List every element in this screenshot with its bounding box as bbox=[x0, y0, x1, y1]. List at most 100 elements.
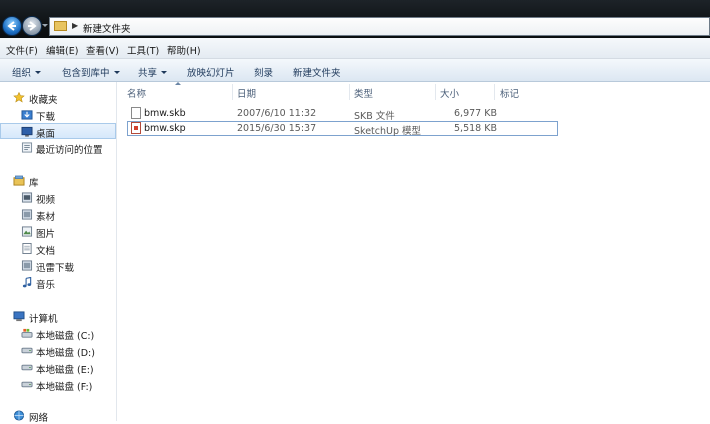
nav-item-label: 迅雷下载 bbox=[36, 263, 75, 274]
music-note-icon bbox=[22, 277, 32, 288]
column-header-date[interactable]: 日期 bbox=[237, 86, 256, 100]
nav-item-label: 本地磁盘 (E:) bbox=[36, 365, 94, 376]
share-label: 共享 bbox=[138, 68, 158, 79]
include-in-library-button[interactable]: 包含到库中 bbox=[62, 65, 120, 79]
nav-item-label: 文档 bbox=[36, 246, 56, 257]
computer-icon bbox=[13, 311, 25, 322]
nav-item-label: 本地磁盘 (D:) bbox=[36, 348, 95, 359]
arrow-right-icon bbox=[28, 21, 37, 31]
network-icon bbox=[13, 410, 25, 421]
nav-item-label: 本地磁盘 (F:) bbox=[36, 382, 93, 393]
chevron-down-icon bbox=[113, 71, 120, 74]
hard-drive-icon bbox=[21, 381, 33, 388]
organize-button[interactable]: 组织 bbox=[12, 65, 42, 79]
documents-library-icon bbox=[22, 243, 32, 254]
column-divider[interactable] bbox=[349, 84, 350, 100]
menu-help[interactable]: 帮助(H) bbox=[167, 43, 201, 57]
command-bar: 组织 包含到库中 共享 放映幻灯片 刻录 新建文件夹 bbox=[0, 59, 710, 82]
nav-item-xunlei-downloads[interactable]: 迅雷下载 bbox=[0, 258, 116, 274]
nav-item-pictures[interactable]: 图片 bbox=[0, 224, 116, 240]
folder-icon bbox=[54, 21, 67, 31]
nav-item-videos[interactable]: 视频 bbox=[0, 190, 116, 206]
menu-edit[interactable]: 编辑(E) bbox=[46, 43, 78, 57]
column-divider[interactable] bbox=[232, 84, 233, 100]
breadcrumb-folder[interactable]: 新建文件夹 bbox=[83, 21, 131, 35]
nav-item-music[interactable]: 音乐 bbox=[0, 275, 116, 291]
share-button[interactable]: 共享 bbox=[138, 65, 168, 79]
file-type: SketchUp 模型 bbox=[354, 126, 422, 137]
nav-computer-label: 计算机 bbox=[29, 314, 58, 325]
file-name: bmw.skb bbox=[144, 108, 186, 119]
file-size: 6,977 KB bbox=[454, 108, 497, 119]
column-header-name[interactable]: 名称 bbox=[127, 86, 146, 100]
nav-favorites[interactable]: 收藏夹 bbox=[0, 90, 116, 106]
recent-places-icon bbox=[21, 142, 33, 153]
column-header-tags[interactable]: 标记 bbox=[500, 86, 519, 100]
nav-item-label: 下载 bbox=[36, 112, 56, 123]
nav-item-documents[interactable]: 文档 bbox=[0, 241, 116, 257]
nav-item-label: 图片 bbox=[36, 229, 56, 240]
breadcrumb-chevron-icon[interactable]: ▶ bbox=[72, 21, 78, 30]
hard-drive-icon bbox=[21, 364, 33, 371]
column-divider[interactable] bbox=[494, 84, 495, 100]
nav-item-label: 视频 bbox=[36, 195, 56, 206]
column-header-type[interactable]: 类型 bbox=[354, 86, 373, 100]
nav-item-drive-e[interactable]: 本地磁盘 (E:) bbox=[0, 360, 116, 376]
download-folder-icon bbox=[21, 110, 33, 120]
file-row-selected[interactable]: bmw.skp 2015/6/30 15:37 SketchUp 模型 5,51… bbox=[127, 121, 558, 137]
nav-item-drive-c[interactable]: 本地磁盘 (C:) bbox=[0, 326, 116, 342]
nav-item-label: 桌面 bbox=[36, 129, 56, 140]
address-bar[interactable]: ▶ 新建文件夹 bbox=[49, 17, 710, 36]
chevron-down-icon bbox=[35, 71, 42, 74]
file-row[interactable]: bmw.skb 2007/6/10 11:32 SKB 文件 6,977 KB bbox=[127, 106, 558, 122]
new-folder-button[interactable]: 新建文件夹 bbox=[293, 65, 341, 79]
burn-button[interactable]: 刻录 bbox=[254, 65, 273, 79]
nav-item-label: 本地磁盘 (C:) bbox=[36, 331, 95, 342]
nav-libraries[interactable]: 库 bbox=[0, 173, 116, 189]
nav-item-label: 素材 bbox=[36, 212, 56, 223]
column-header-size[interactable]: 大小 bbox=[440, 86, 459, 100]
navigation-pane: 收藏夹 下载 桌面 最近访问的位置 库 视频 素材 图片 文档 迅雷下载 音乐 bbox=[0, 82, 117, 424]
nav-item-desktop[interactable]: 桌面 bbox=[0, 123, 116, 140]
file-list-pane: 名称 日期 类型 大小 标记 bmw.skb 2007/6/10 11:32 S… bbox=[117, 82, 710, 421]
title-bar: ▶ 新建文件夹 bbox=[0, 0, 710, 38]
arrow-left-icon bbox=[7, 21, 16, 31]
menu-bar: 文件(F) 编辑(E) 查看(V) 工具(T) 帮助(H) bbox=[0, 38, 710, 59]
nav-computer[interactable]: 计算机 bbox=[0, 309, 116, 325]
desktop-icon bbox=[21, 126, 33, 137]
nav-network[interactable]: 网络 bbox=[0, 408, 116, 424]
nav-item-downloads[interactable]: 下载 bbox=[0, 107, 116, 123]
slideshow-button[interactable]: 放映幻灯片 bbox=[187, 65, 235, 79]
column-divider[interactable] bbox=[435, 84, 436, 100]
library-folder-icon bbox=[21, 260, 33, 271]
back-button[interactable] bbox=[2, 16, 22, 36]
sort-ascending-icon bbox=[175, 82, 181, 85]
file-date: 2007/6/10 11:32 bbox=[237, 108, 317, 119]
chevron-down-icon bbox=[161, 71, 168, 74]
file-type: SKB 文件 bbox=[354, 111, 395, 122]
menu-tools[interactable]: 工具(T) bbox=[127, 43, 159, 57]
nav-item-materials[interactable]: 素材 bbox=[0, 207, 116, 223]
nav-favorites-label: 收藏夹 bbox=[29, 95, 58, 106]
menu-view[interactable]: 查看(V) bbox=[86, 43, 119, 57]
nav-libraries-label: 库 bbox=[29, 178, 39, 189]
menu-file[interactable]: 文件(F) bbox=[6, 43, 38, 57]
recent-pages-dropdown[interactable] bbox=[42, 24, 48, 27]
generic-file-icon bbox=[131, 107, 141, 119]
nav-item-drive-d[interactable]: 本地磁盘 (D:) bbox=[0, 343, 116, 359]
nav-item-drive-f[interactable]: 本地磁盘 (F:) bbox=[0, 377, 116, 393]
organize-label: 组织 bbox=[12, 68, 32, 79]
nav-item-recent-places[interactable]: 最近访问的位置 bbox=[0, 140, 116, 156]
file-date: 2015/6/30 15:37 bbox=[237, 123, 317, 134]
hard-drive-icon bbox=[21, 347, 33, 354]
star-icon bbox=[13, 92, 25, 103]
nav-item-label: 最近访问的位置 bbox=[36, 145, 103, 156]
forward-button[interactable] bbox=[22, 16, 42, 36]
file-name: bmw.skp bbox=[144, 123, 186, 134]
file-size: 5,518 KB bbox=[454, 123, 497, 134]
video-library-icon bbox=[21, 192, 33, 203]
nav-item-label: 音乐 bbox=[36, 280, 56, 291]
library-folder-icon bbox=[21, 209, 33, 220]
nav-network-label: 网络 bbox=[29, 413, 49, 424]
windows-drive-icon bbox=[21, 328, 33, 338]
